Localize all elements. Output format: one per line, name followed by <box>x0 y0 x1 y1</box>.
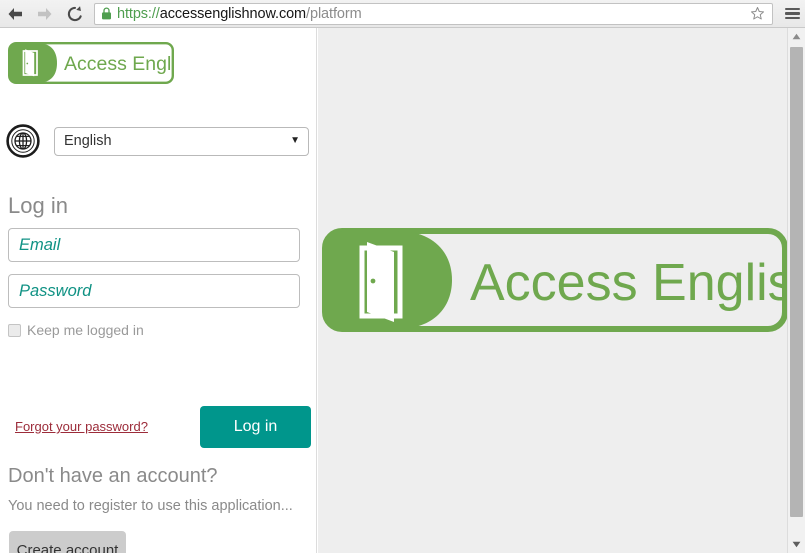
keep-logged-in-row[interactable]: Keep me logged in <box>8 322 144 338</box>
scrollbar-thumb[interactable] <box>790 47 803 517</box>
back-arrow-icon <box>8 7 22 20</box>
page-viewport: Access English English ▼ <box>0 28 805 553</box>
hero-logo: Access English <box>322 228 805 332</box>
menu-line <box>784 7 800 11</box>
keep-logged-in-label: Keep me logged in <box>27 322 144 338</box>
chevron-down-icon: ▼ <box>290 135 300 146</box>
reload-button[interactable] <box>60 0 90 28</box>
globe-icon <box>6 124 40 158</box>
forgot-password-link[interactable]: Forgot your password? <box>15 419 148 434</box>
create-account-button[interactable]: Create account <box>9 531 126 553</box>
scroll-down-arrow-icon[interactable] <box>788 536 805 553</box>
menu-line <box>784 16 800 20</box>
login-panel: Access English English ▼ <box>0 28 317 553</box>
forward-arrow-icon <box>38 7 52 20</box>
page-scrollbar[interactable] <box>787 28 805 553</box>
register-heading: Don't have an account? <box>8 465 218 487</box>
browser-toolbar: https://accessenglishnow.com/platform <box>0 0 805 28</box>
url-scheme: https:// <box>117 5 160 22</box>
password-field[interactable]: Password <box>8 274 300 308</box>
language-selector-row: English ▼ <box>4 121 309 161</box>
reload-icon <box>67 5 82 21</box>
hero-panel: Access English <box>318 28 805 553</box>
keep-logged-in-checkbox[interactable] <box>8 323 21 337</box>
url-path: /platform <box>306 5 362 22</box>
menu-line <box>784 12 800 15</box>
back-button[interactable] <box>0 0 30 28</box>
hamburger-menu-icon[interactable] <box>779 0 805 28</box>
scroll-up-arrow-icon[interactable] <box>788 28 805 45</box>
email-field[interactable]: Email <box>8 228 300 262</box>
language-select-value: English <box>64 133 112 149</box>
email-placeholder: Email <box>19 235 61 254</box>
login-button[interactable]: Log in <box>200 406 311 448</box>
forward-button[interactable] <box>30 0 60 28</box>
https-padlock-icon <box>101 7 112 20</box>
register-subtext: You need to register to use this applica… <box>8 498 293 514</box>
address-bar[interactable]: https://accessenglishnow.com/platform <box>94 2 773 25</box>
brand-logo: Access English <box>8 42 196 84</box>
language-select[interactable]: English ▼ <box>54 126 309 156</box>
bookmark-star-icon[interactable] <box>746 6 768 21</box>
password-placeholder: Password <box>19 281 92 300</box>
brand-logo-text: Access English <box>64 53 174 75</box>
login-heading: Log in <box>8 193 68 218</box>
hero-logo-text: Access English <box>470 254 788 312</box>
url-host: accessenglishnow.com <box>159 5 307 22</box>
url-text: https://accessenglishnow.com/platform <box>117 4 746 24</box>
